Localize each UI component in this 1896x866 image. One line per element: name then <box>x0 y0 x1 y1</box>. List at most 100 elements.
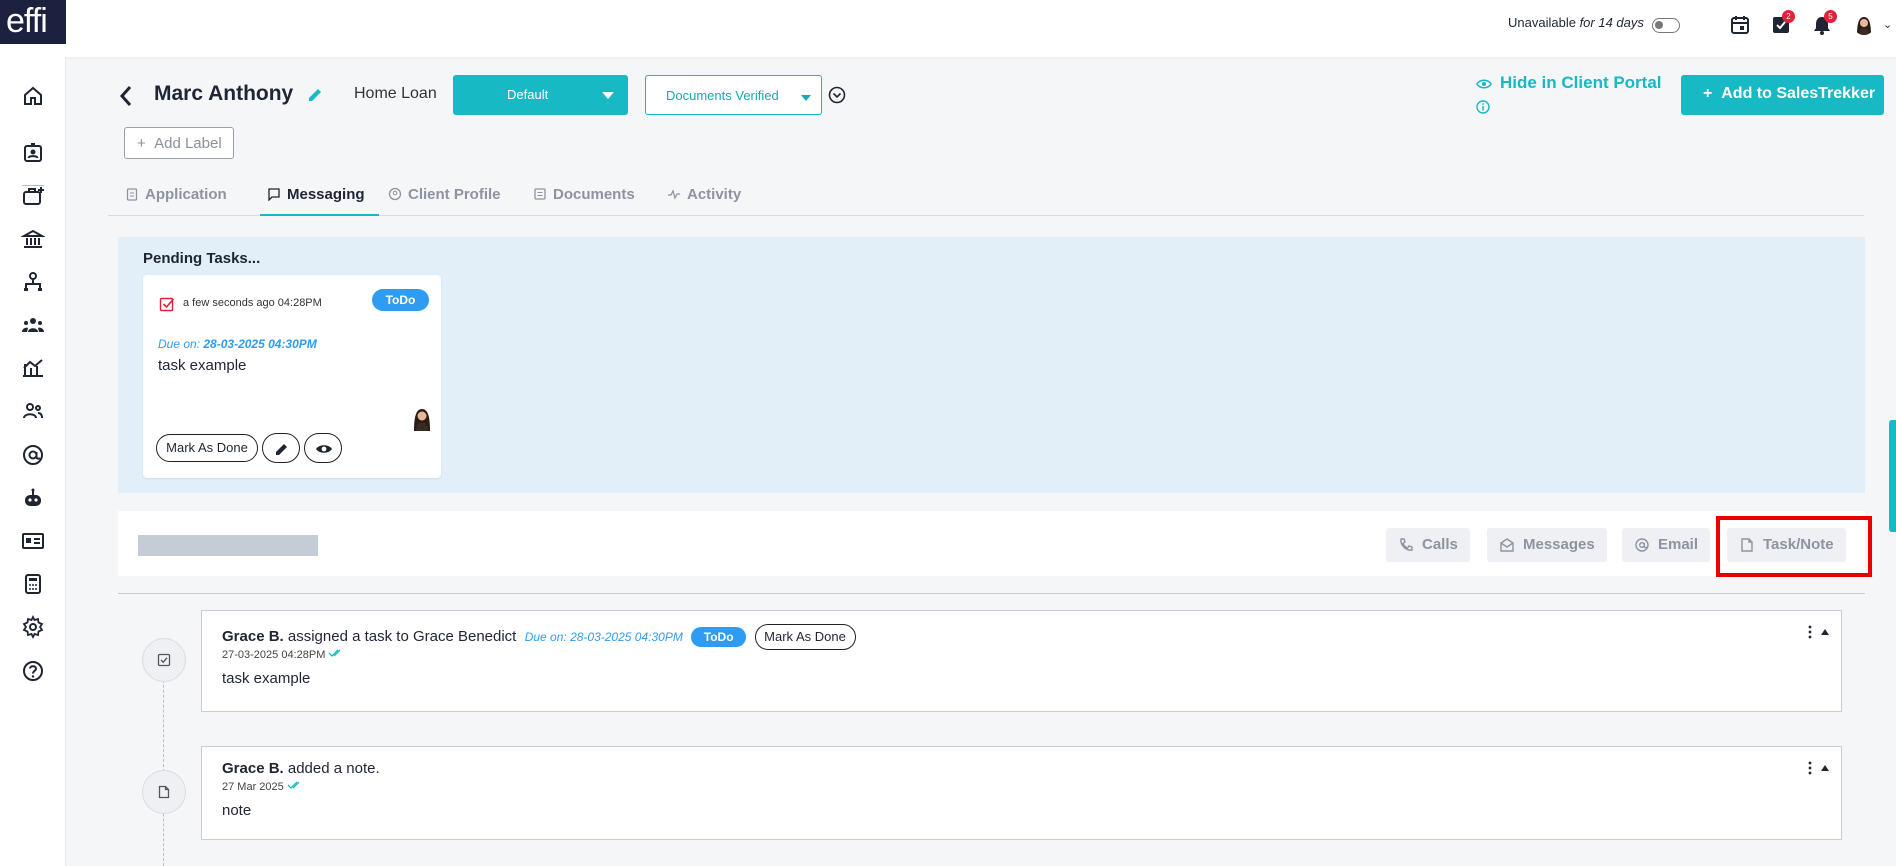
task-text: task example <box>158 357 247 374</box>
scrollbar-thumb[interactable] <box>1889 420 1896 532</box>
calls-label: Calls <box>1422 536 1458 553</box>
edit-name-icon[interactable] <box>306 86 324 104</box>
stage-dropdown[interactable]: Default <box>453 75 628 115</box>
timeline-task-marker <box>142 638 186 682</box>
tab-messaging[interactable]: Messaging <box>260 186 379 216</box>
app-logo[interactable]: effi <box>0 0 66 44</box>
org-chart-icon[interactable] <box>21 270 45 294</box>
view-task-button[interactable] <box>304 433 342 463</box>
tasks-badge: 2 <box>1782 10 1795 23</box>
pencil-icon <box>276 444 287 455</box>
user-menu-chevron-icon[interactable]: ⌄ <box>1883 18 1892 31</box>
caret-down-icon <box>801 95 811 101</box>
availability-status: Unavailable for 14 days <box>1508 15 1644 30</box>
help-icon[interactable] <box>21 659 45 683</box>
availability-duration: for 14 days <box>1579 15 1644 30</box>
mark-as-done-button[interactable]: Mark As Done <box>754 624 856 650</box>
briefcase-add-icon[interactable] <box>21 184 45 208</box>
bank-icon[interactable] <box>21 227 45 251</box>
add-label-button[interactable]: + Add Label <box>124 127 234 159</box>
team-icon[interactable] <box>21 313 45 337</box>
entry-body: task example <box>222 670 311 687</box>
entry-object: note. <box>346 760 380 777</box>
tab-client-profile[interactable]: Client Profile <box>388 186 501 216</box>
top-bar: effi Unavailable for 14 days 2 5 ⌄ <box>0 0 1896 57</box>
chevron-circle-down-icon[interactable] <box>828 86 846 104</box>
entry-header: Grace B. added a note. <box>222 760 380 777</box>
document-icon <box>158 785 170 799</box>
documents-icon <box>534 188 546 200</box>
add-label-text: Add Label <box>154 135 222 152</box>
user-avatar[interactable] <box>1853 13 1875 35</box>
tab-application[interactable]: Application <box>125 186 227 216</box>
entry-menu-icon[interactable] <box>1805 625 1831 639</box>
home-icon[interactable] <box>21 84 45 108</box>
task-due-date: Due on: 28-03-2025 04:30PM <box>158 337 317 351</box>
mark-as-done-button[interactable]: Mark As Done <box>156 434 258 462</box>
pending-tasks-panel: Pending Tasks... a few seconds ago 04:28… <box>118 237 1865 493</box>
stage-value: Default <box>507 87 549 102</box>
add-to-salestrekker-button[interactable]: + Add to SalesTrekker <box>1681 75 1884 115</box>
entry-date: 27-03-2025 04:28PM <box>222 648 344 661</box>
envelope-open-icon <box>1500 538 1514 552</box>
composer-bar: Calls Messages Email Task/Note <box>118 511 1865 576</box>
eye-icon <box>316 445 332 453</box>
availability-toggle[interactable] <box>1652 18 1680 33</box>
entry-date-text: 27 Mar 2025 <box>222 781 284 793</box>
caret-down-icon <box>602 92 614 99</box>
contacts-icon[interactable] <box>21 141 45 165</box>
activity-icon <box>668 189 680 200</box>
pending-task-card[interactable]: a few seconds ago 04:28PM ToDo Due on: 2… <box>143 275 441 478</box>
messages-label: Messages <box>1523 536 1595 553</box>
calendar-icon[interactable] <box>1729 14 1751 36</box>
entry-due-date: Due on: 28-03-2025 04:30PM <box>524 629 683 644</box>
messages-tab[interactable]: Messages <box>1487 528 1607 562</box>
double-check-icon <box>287 781 300 789</box>
task-created-time: a few seconds ago 04:28PM <box>183 297 322 309</box>
bot-icon[interactable] <box>21 486 45 510</box>
plus-icon: + <box>1703 85 1722 102</box>
client-name: Marc Anthony <box>154 82 294 105</box>
loan-type: Home Loan <box>354 85 437 102</box>
tab-label: Documents <box>553 186 635 203</box>
task-check-icon <box>159 297 175 312</box>
timeline-connector <box>163 665 164 866</box>
tab-label: Activity <box>687 186 742 203</box>
email-label: Email <box>1658 536 1699 553</box>
status-dropdown[interactable]: Documents Verified <box>645 75 822 115</box>
entry-header: Grace B. assigned a task to Grace Benedi… <box>222 624 856 650</box>
tab-documents[interactable]: Documents <box>533 186 635 216</box>
entry-date: 27 Mar 2025 <box>222 780 303 793</box>
eye-icon <box>1476 79 1492 89</box>
assignee-avatar[interactable] <box>409 405 435 431</box>
at-sign-icon[interactable] <box>21 443 45 467</box>
analytics-icon[interactable] <box>21 356 45 380</box>
timeline-entry-note: Grace B. added a note. 27 Mar 2025 note <box>201 746 1842 840</box>
back-arrow-icon[interactable] <box>118 84 134 108</box>
entry-author[interactable]: Grace B. <box>222 760 284 777</box>
entry-body: note <box>222 802 252 819</box>
timeline-note-marker <box>142 770 186 814</box>
edit-task-button[interactable] <box>262 433 300 463</box>
users-icon[interactable] <box>21 399 45 423</box>
timeline-entry-task: Grace B. assigned a task to Grace Benedi… <box>201 610 1842 712</box>
notifications-badge: 5 <box>1824 10 1837 23</box>
double-check-icon <box>328 649 341 657</box>
user-circle-icon <box>388 187 402 201</box>
entry-menu-icon[interactable] <box>1805 761 1831 775</box>
entry-date-text: 27-03-2025 04:28PM <box>222 649 326 661</box>
calls-tab[interactable]: Calls <box>1386 528 1470 562</box>
info-icon[interactable] <box>1476 100 1490 114</box>
id-card-icon[interactable] <box>21 529 45 553</box>
tab-bar: Application Messaging Client Profile Doc… <box>108 178 1864 216</box>
tab-activity[interactable]: Activity <box>667 186 741 216</box>
task-check-icon <box>157 653 171 667</box>
settings-icon[interactable] <box>21 615 45 639</box>
clipboard-icon <box>126 188 138 201</box>
hide-in-client-portal-link[interactable]: Hide in Client Portal <box>1500 73 1662 93</box>
calculator-icon[interactable] <box>21 572 45 596</box>
add-to-salestrekker-label: Add to SalesTrekker <box>1721 85 1876 102</box>
entry-author[interactable]: Grace B. <box>222 628 284 645</box>
entry-action: added a <box>287 760 343 777</box>
email-tab[interactable]: Email <box>1622 528 1711 562</box>
